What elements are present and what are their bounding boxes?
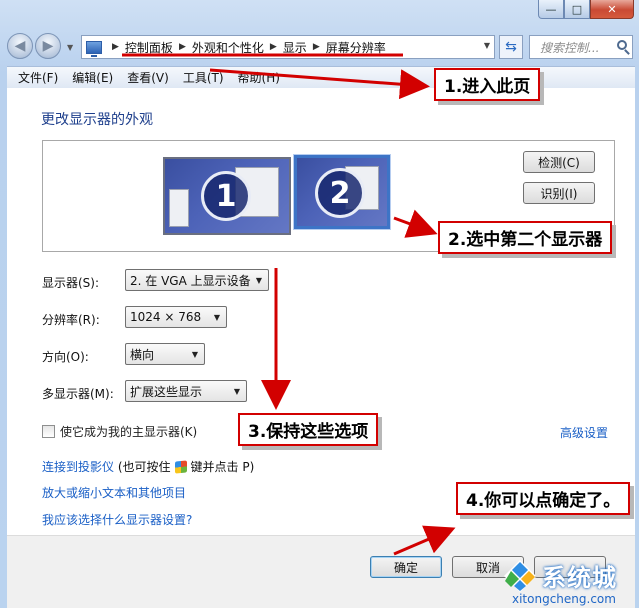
menu-edit[interactable]: 编辑(E) (65, 69, 120, 86)
window: — □ ✕ ◀ ▶ ▼ ▶ 控制面板 ▶ 外观和个性化 ▶ 显示 ▶ 屏幕分辨率… (0, 0, 639, 608)
menu-view[interactable]: 查看(V) (120, 69, 176, 86)
recent-pages-dropdown-icon[interactable]: ▼ (67, 43, 73, 52)
watermark-brand: 系统城 (542, 564, 617, 592)
advanced-settings-link[interactable]: 高级设置 (560, 424, 608, 441)
display-settings-help-link[interactable]: 我应该选择什么显示器设置? (42, 511, 192, 528)
orientation-label: 方向(O): (42, 350, 89, 364)
resolution-value: 1024 × 768 (130, 310, 202, 324)
windows-key-icon (174, 460, 187, 474)
primary-display-checkbox[interactable] (42, 425, 55, 438)
menu-file[interactable]: 文件(F) (11, 69, 65, 86)
address-dropdown-icon[interactable]: ▼ (484, 41, 490, 50)
projector-hint-end: 键并点击 P) (190, 460, 255, 474)
watermark: 系统城 xitongcheng.com (498, 556, 638, 608)
annotation-step2: 2.选中第二个显示器 (438, 221, 613, 254)
orientation-value: 横向 (130, 347, 155, 362)
display-label: 显示器(S): (42, 276, 100, 290)
chevron-right-icon[interactable]: ▶ (112, 42, 119, 52)
navigation-bar: ◀ ▶ ▼ ▶ 控制面板 ▶ 外观和个性化 ▶ 显示 ▶ 屏幕分辨率 ▼ ⇆ 搜… (7, 31, 635, 61)
annotation-step3: 3.保持这些选项 (238, 413, 379, 446)
monitor-1[interactable]: 1 (163, 157, 291, 235)
annotation-step1: 1.进入此页 (434, 68, 541, 101)
monitor-2-number: 2 (315, 168, 365, 218)
menu-help[interactable]: 帮助(H) (231, 69, 287, 86)
display-value: 2. 在 VGA 上显示设备 (130, 273, 251, 288)
watermark-url: xitongcheng.com (512, 592, 616, 606)
control-panel-icon (86, 40, 102, 57)
monitor-1-number: 1 (201, 171, 251, 221)
breadcrumb-screen-resolution[interactable]: 屏幕分辨率 (326, 39, 386, 56)
resolution-select[interactable]: 1024 × 768 ▼ (125, 306, 227, 328)
multiple-displays-label: 多显示器(M): (42, 387, 114, 401)
search-input[interactable]: 搜索控制... (529, 35, 633, 59)
connect-projector-link[interactable]: 连接到投影仪 (42, 460, 114, 474)
chevron-right-icon[interactable]: ▶ (270, 42, 277, 52)
caption-buttons: — □ ✕ (538, 0, 634, 19)
chevron-down-icon: ▼ (213, 313, 220, 322)
breadcrumb-control-panel[interactable]: 控制面板 (125, 39, 173, 56)
resolution-label: 分辨率(R): (42, 313, 100, 327)
primary-display-option[interactable]: 使它成为我的主显示器(K) (42, 423, 197, 440)
identify-button[interactable]: 识别(I) (523, 182, 595, 204)
chevron-right-icon[interactable]: ▶ (313, 42, 320, 52)
annotation-step4: 4.你可以点确定了。 (456, 482, 631, 515)
refresh-button[interactable]: ⇆ (499, 35, 523, 59)
breadcrumb-display[interactable]: 显示 (283, 39, 307, 56)
close-button[interactable]: ✕ (590, 0, 634, 19)
projector-row: 连接到投影仪 (也可按住 键并点击 P) (42, 458, 254, 475)
menu-bar: 文件(F) 编辑(E) 查看(V) 工具(T) 帮助(H) (7, 66, 635, 88)
multiple-displays-select[interactable]: 扩展这些显示 ▼ (125, 380, 247, 402)
chevron-down-icon: ▼ (191, 350, 198, 359)
minimize-button[interactable]: — (538, 0, 564, 19)
breadcrumb-appearance[interactable]: 外观和个性化 (192, 39, 264, 56)
window-thumbnail (169, 189, 189, 227)
chevron-right-icon[interactable]: ▶ (179, 42, 186, 52)
refresh-icon: ⇆ (505, 39, 517, 55)
detect-button[interactable]: 检测(C) (523, 151, 595, 173)
projector-hint-start: (也可按住 (117, 460, 171, 474)
ok-button[interactable]: 确定 (370, 556, 442, 578)
primary-display-label: 使它成为我的主显示器(K) (60, 425, 198, 439)
search-placeholder: 搜索控制... (540, 40, 600, 55)
back-button[interactable]: ◀ (7, 33, 33, 59)
orientation-select[interactable]: 横向 ▼ (125, 343, 205, 365)
multiple-displays-value: 扩展这些显示 (130, 384, 203, 399)
chevron-down-icon: ▼ (255, 276, 262, 285)
search-icon[interactable] (617, 40, 627, 50)
chevron-down-icon: ▼ (233, 387, 240, 396)
arrow-left-icon: ◀ (14, 38, 26, 54)
maximize-button[interactable]: □ (564, 0, 590, 19)
arrow-right-icon: ▶ (42, 38, 54, 54)
text-size-link[interactable]: 放大或缩小文本和其他项目 (42, 484, 186, 501)
monitor-2[interactable]: 2 (294, 155, 390, 229)
xitongcheng-logo-icon (504, 560, 536, 592)
main-content: 更改显示器的外观 1 2 检测(C) 识别(I) 显示器(S): 2. 在 VG… (7, 88, 635, 535)
display-select[interactable]: 2. 在 VGA 上显示设备 ▼ (125, 269, 269, 291)
menu-tools[interactable]: 工具(T) (176, 69, 231, 86)
address-bar[interactable]: ▶ 控制面板 ▶ 外观和个性化 ▶ 显示 ▶ 屏幕分辨率 ▼ (81, 35, 495, 59)
forward-button[interactable]: ▶ (35, 33, 61, 59)
page-title: 更改显示器的外观 (41, 112, 153, 128)
